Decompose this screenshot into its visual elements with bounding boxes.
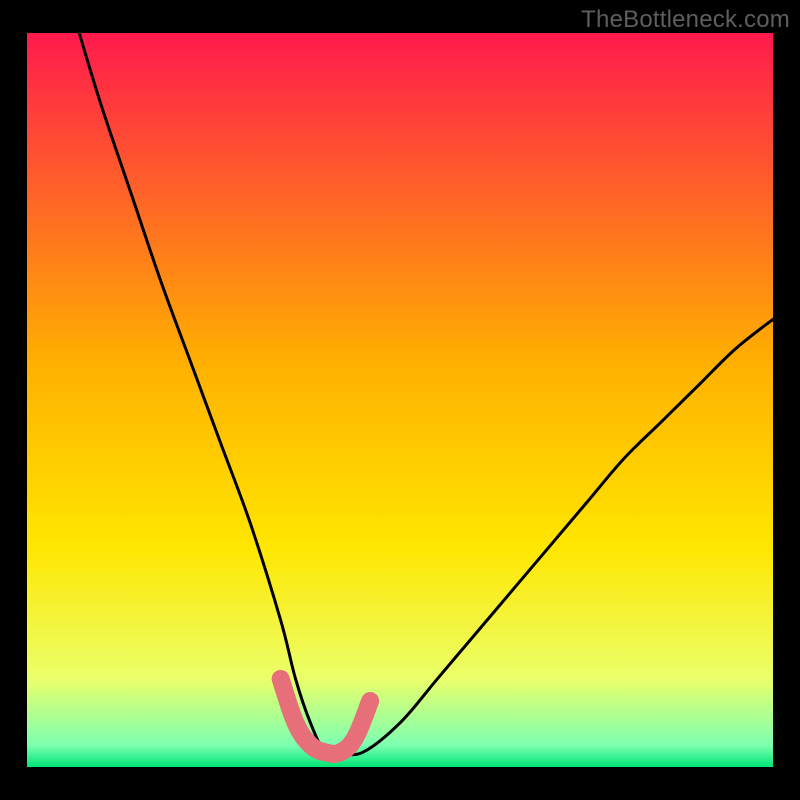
chart-svg [0, 0, 800, 800]
watermark-text: TheBottleneck.com [581, 6, 790, 34]
plot-area [27, 33, 773, 767]
bottleneck-chart: TheBottleneck.com [0, 0, 800, 800]
